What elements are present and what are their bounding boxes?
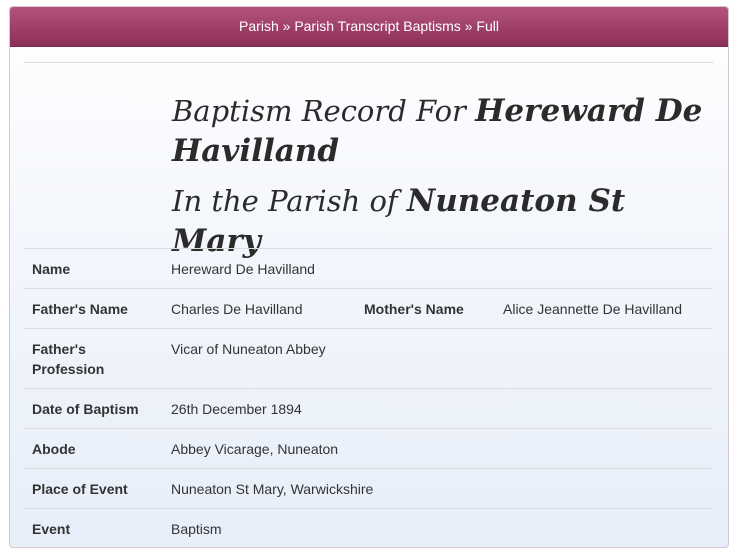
table-row: Father's Profession Vicar of Nuneaton Ab… [24,329,712,389]
record-table: Name Hereward De Havilland Father's Name… [24,248,712,548]
breadcrumb: Parish » Parish Transcript Baptisms » Fu… [10,7,728,47]
breadcrumb-transcript-baptisms-link[interactable]: Parish Transcript Baptisms [294,18,461,34]
page-title: Baptism Record For Hereward De Havilland… [172,91,712,261]
abode-label: Abode [24,429,163,469]
table-row: Event Baptism [24,509,712,548]
place-label: Place of Event [24,469,163,509]
event-value: Baptism [163,509,712,548]
breadcrumb-parish-link[interactable]: Parish [239,18,279,34]
record-panel: Parish » Parish Transcript Baptisms » Fu… [9,6,729,548]
date-value: 26th December 1894 [163,389,712,429]
name-label: Name [24,249,163,289]
table-row: Place of Event Nuneaton St Mary, Warwick… [24,469,712,509]
parish-prefix: In the Parish of [172,184,407,218]
table-row: Name Hereward De Havilland [24,249,712,289]
event-label: Event [24,509,163,548]
mother-label: Mother's Name [356,289,495,329]
abode-value: Abbey Vicarage, Nuneaton [163,429,712,469]
table-row: Abode Abbey Vicarage, Nuneaton [24,429,712,469]
breadcrumb-separator: » [461,18,477,34]
table-row: Father's Name Charles De Havilland Mothe… [24,289,712,329]
name-value: Hereward De Havilland [163,249,712,289]
title-prefix: Baptism Record For [172,94,475,128]
mother-value: Alice Jeannette De Havilland [495,289,712,329]
breadcrumb-separator: » [279,18,295,34]
father-label: Father's Name [24,289,163,329]
divider [24,62,714,63]
profession-value: Vicar of Nuneaton Abbey [163,329,712,389]
place-value: Nuneaton St Mary, Warwickshire [163,469,712,509]
profession-label: Father's Profession [24,329,163,389]
date-label: Date of Baptism [24,389,163,429]
table-row: Date of Baptism 26th December 1894 [24,389,712,429]
breadcrumb-full-current: Full [476,18,499,34]
record-title: Baptism Record For Hereward De Havilland [172,91,712,171]
father-value: Charles De Havilland [163,289,356,329]
